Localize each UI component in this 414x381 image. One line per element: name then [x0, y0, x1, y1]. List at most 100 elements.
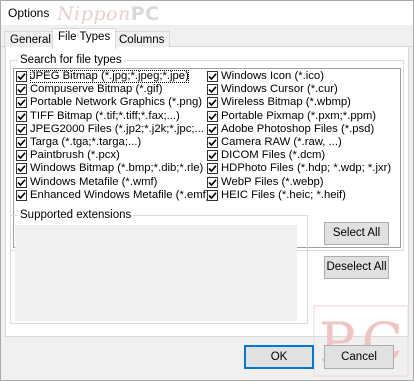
- file-type-label: JPEG Bitmap (*.jpg;*.jpeg;*.jpe): [30, 70, 189, 84]
- checkmark-icon: [208, 192, 217, 199]
- checkmark-icon: [17, 112, 26, 120]
- checkmark-icon: [17, 73, 26, 81]
- file-type-label: Windows Icon (*.ico): [221, 70, 324, 83]
- checkbox[interactable]: [207, 123, 218, 135]
- checkbox[interactable]: [207, 137, 218, 149]
- checkbox[interactable]: [207, 97, 218, 109]
- checkbox[interactable]: [207, 110, 218, 122]
- file-type-item[interactable]: Enhanced Windows Metafile (*.emf): [16, 189, 208, 202]
- file-type-label: HDPhoto Files (*.hdp; *.wdp; *.jxr): [221, 162, 392, 175]
- checkmark-icon: [208, 126, 217, 134]
- options-dialog: Options NipponPC General File Types Colu…: [0, 0, 414, 381]
- checkmark-icon: [17, 99, 26, 107]
- file-type-label: Windows Cursor (*.cur): [221, 83, 338, 96]
- checkbox[interactable]: [16, 123, 27, 135]
- file-type-label: Targa (*.tga;*.targa;...): [30, 136, 142, 149]
- checkmark-icon: [208, 112, 217, 120]
- file-type-item[interactable]: Compuserve Bitmap (*.gif): [16, 83, 208, 96]
- file-types-panel: Search for file types JPEG Bitmap (*.jpg…: [5, 47, 409, 377]
- file-type-item[interactable]: DICOM Files (*.dcm): [207, 149, 399, 162]
- file-type-item[interactable]: Portable Pixmap (*.pxm;*.ppm): [207, 110, 399, 123]
- ok-button[interactable]: OK: [244, 345, 314, 369]
- file-type-label: JPEG2000 Files (*.jp2;*.j2k;*.jpc;...: [30, 122, 204, 135]
- file-type-item[interactable]: Targa (*.tga;*.targa;...): [16, 136, 208, 149]
- checkmark-icon: [208, 165, 217, 173]
- file-type-item[interactable]: Portable Network Graphics (*.png): [16, 96, 208, 109]
- cancel-button[interactable]: Cancel: [324, 345, 394, 369]
- deselect-all-button[interactable]: Deselect All: [324, 256, 389, 279]
- file-type-item[interactable]: Windows Cursor (*.cur): [207, 83, 399, 96]
- tab-strip: General File Types Columns: [1, 25, 413, 49]
- left-column: JPEG Bitmap (*.jpg;*.jpeg;*.jpe) Compuser…: [16, 70, 208, 202]
- checkmark-icon: [17, 152, 26, 160]
- checkmark-icon: [17, 86, 26, 94]
- checkbox[interactable]: [16, 176, 27, 188]
- file-type-item[interactable]: Windows Metafile (*.wmf): [16, 176, 208, 189]
- checkmark-icon: [17, 126, 26, 134]
- file-type-item[interactable]: WebP Files (*.webp): [207, 176, 399, 189]
- checkmark-icon: [208, 178, 217, 186]
- file-type-item[interactable]: HDPhoto Files (*.hdp; *.wdp; *.jxr): [207, 162, 399, 175]
- tab-columns-label: Columns: [119, 34, 165, 46]
- supported-extensions-label: Supported extensions: [18, 209, 134, 221]
- file-type-item[interactable]: JPEG Bitmap (*.jpg;*.jpeg;*.jpe): [16, 70, 208, 84]
- file-type-item[interactable]: Adobe Photoshop Files (*.psd): [207, 123, 399, 136]
- file-type-label: Wireless Bitmap (*.wbmp): [221, 96, 351, 109]
- checkbox[interactable]: [16, 110, 27, 122]
- file-type-label: Windows Metafile (*.wmf): [30, 175, 158, 188]
- checkmark-icon: [208, 86, 217, 94]
- checkmark-icon: [208, 73, 217, 81]
- tab-file-types[interactable]: File Types: [52, 28, 117, 49]
- checkbox[interactable]: [207, 176, 218, 188]
- checkbox[interactable]: [16, 97, 27, 109]
- file-type-label: TIFF Bitmap (*.tif;*.tiff;*.fax;...): [30, 109, 180, 122]
- checkmark-icon: [17, 165, 26, 173]
- file-type-label: HEIC Files (*.heic; *.heif): [221, 188, 346, 201]
- tab-file-types-label: File Types: [58, 31, 111, 43]
- file-type-item[interactable]: Windows Icon (*.ico): [207, 70, 399, 83]
- checkbox[interactable]: [207, 71, 218, 83]
- checkmark-icon: [208, 152, 217, 160]
- title-bar[interactable]: Options NipponPC: [1, 1, 413, 25]
- right-column: Windows Icon (*.ico) Windows Cursor (*.cu…: [207, 70, 399, 202]
- checkbox[interactable]: [16, 150, 27, 162]
- supported-extensions-field[interactable]: [15, 225, 297, 321]
- file-type-item[interactable]: HEIC Files (*.heic; *.heif): [207, 189, 399, 202]
- file-type-label: Adobe Photoshop Files (*.psd): [221, 122, 375, 135]
- file-type-label: Portable Pixmap (*.pxm;*.ppm): [221, 109, 377, 122]
- select-all-button[interactable]: Select All: [324, 222, 389, 245]
- file-type-item[interactable]: JPEG2000 Files (*.jp2;*.j2k;*.jpc;...: [16, 123, 208, 136]
- file-type-item[interactable]: Wireless Bitmap (*.wbmp): [207, 96, 399, 109]
- file-type-label: Compuserve Bitmap (*.gif): [30, 83, 163, 96]
- checkbox[interactable]: [207, 150, 218, 162]
- checkmark-icon: [17, 178, 26, 186]
- checkbox[interactable]: [207, 163, 218, 175]
- file-type-label: WebP Files (*.webp): [221, 175, 324, 188]
- checkbox[interactable]: [16, 137, 27, 149]
- file-type-item[interactable]: TIFF Bitmap (*.tif;*.tiff;*.fax;...): [16, 110, 208, 123]
- tab-general[interactable]: General: [4, 31, 57, 48]
- checkbox[interactable]: [16, 189, 27, 201]
- watermark-logo: NipponPC: [57, 3, 160, 25]
- tab-general-label: General: [10, 34, 51, 46]
- checkbox[interactable]: [207, 189, 218, 201]
- checkbox[interactable]: [16, 71, 27, 83]
- file-type-label: Portable Network Graphics (*.png): [30, 96, 203, 109]
- file-type-item[interactable]: Camera RAW (*.raw, ...): [207, 136, 399, 149]
- file-type-label: Camera RAW (*.raw, ...): [221, 136, 342, 149]
- file-type-label: Paintbrush (*.pcx): [30, 149, 120, 162]
- checkmark-icon: [17, 139, 26, 147]
- file-type-item[interactable]: Paintbrush (*.pcx): [16, 149, 208, 162]
- file-type-label: Enhanced Windows Metafile (*.emf): [30, 188, 208, 201]
- checkbox[interactable]: [207, 84, 218, 96]
- checkmark-icon: [17, 192, 26, 199]
- window-title: Options: [8, 6, 50, 20]
- group-label: Search for file types: [18, 54, 124, 66]
- checkbox[interactable]: [16, 163, 27, 175]
- file-type-item[interactable]: Windows Bitmap (*.bmp;*.dib;*.rle): [16, 162, 208, 175]
- file-type-label: Windows Bitmap (*.bmp;*.dib;*.rle): [30, 162, 204, 175]
- checkmark-icon: [208, 139, 217, 147]
- tab-columns[interactable]: Columns: [113, 31, 171, 48]
- checkbox[interactable]: [16, 84, 27, 96]
- supported-extensions-group: Supported extensions: [10, 209, 308, 324]
